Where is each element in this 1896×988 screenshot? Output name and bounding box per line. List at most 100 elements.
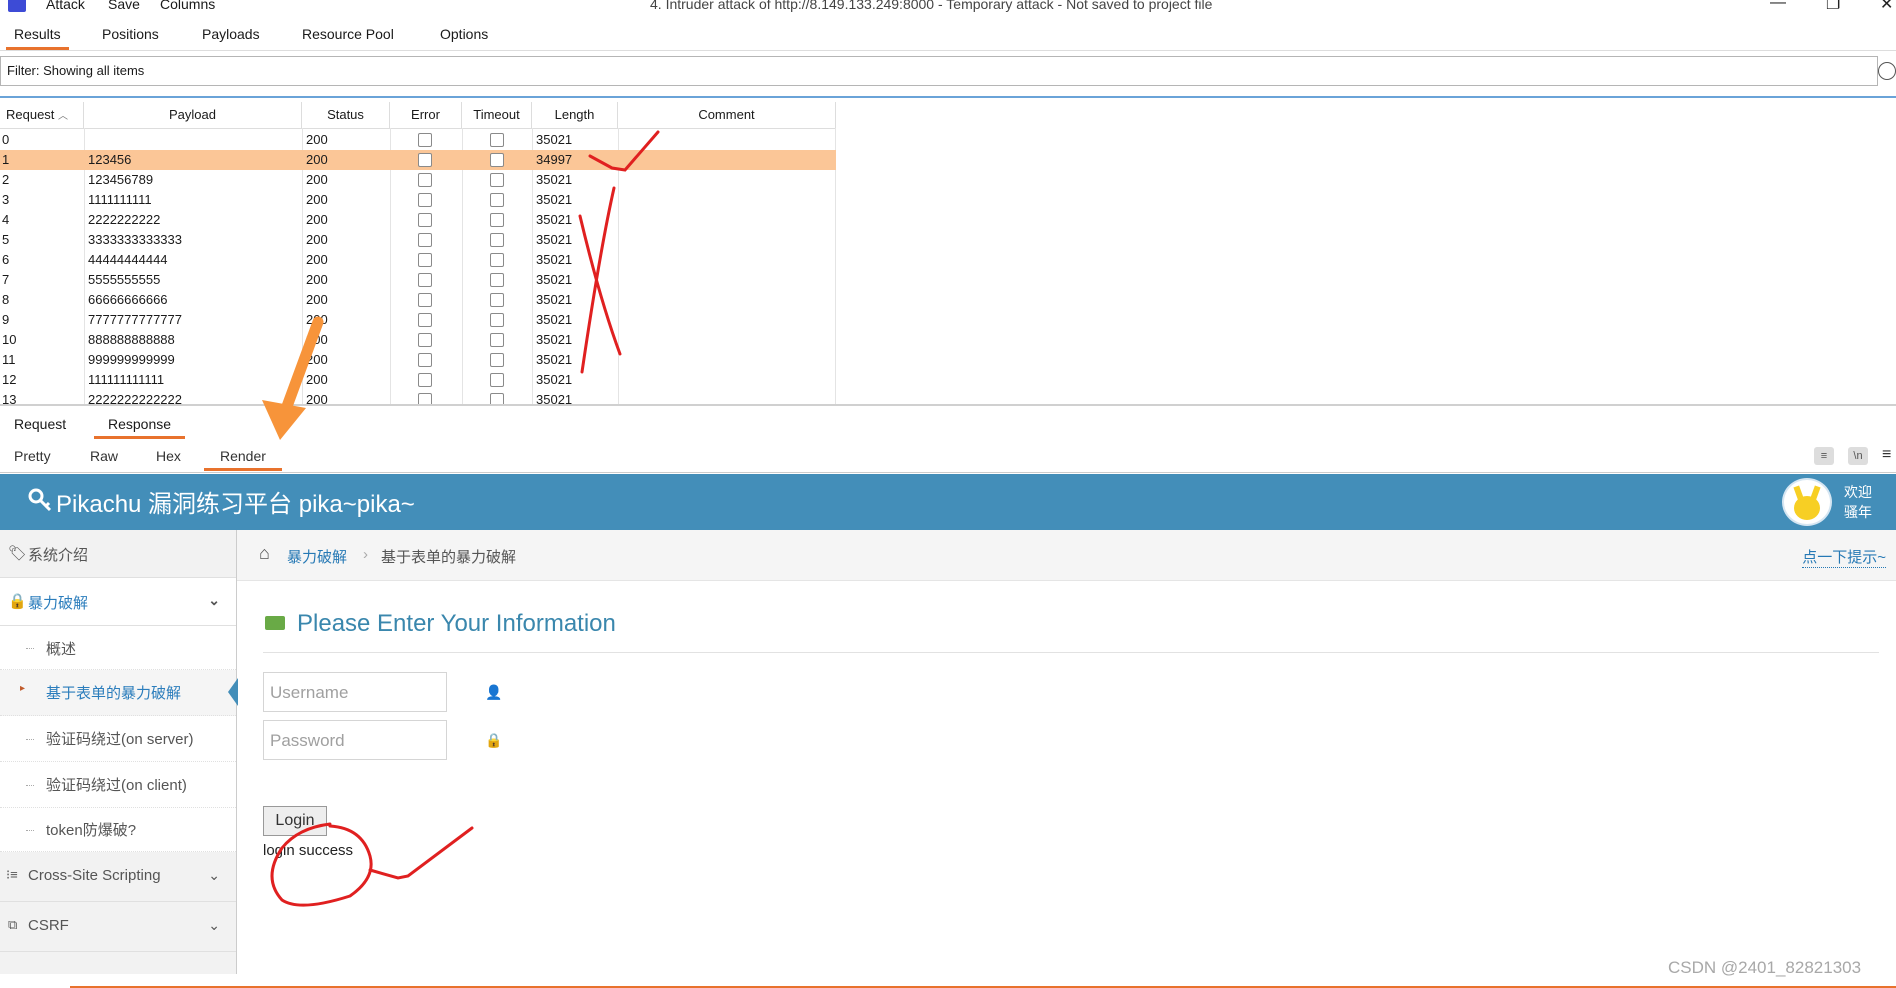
sidebar-sub-captcha-client[interactable]: 验证码绕过(on client) <box>0 762 236 808</box>
login-button[interactable]: Login <box>263 806 327 836</box>
wrap-icon[interactable]: ≡ <box>1814 447 1834 465</box>
timeout-checkbox[interactable] <box>490 193 504 207</box>
sidebar-sub-form-brute[interactable]: ▸ 基于表单的暴力破解 <box>0 670 238 716</box>
timeout-checkbox[interactable] <box>490 273 504 287</box>
breadcrumb-brute[interactable]: 暴力破解 <box>287 546 347 567</box>
tab-options[interactable]: Options <box>440 26 488 47</box>
error-checkbox[interactable] <box>418 373 432 387</box>
timeout-checkbox[interactable] <box>490 213 504 227</box>
rendered-page: Pikachu 漏洞练习平台 pika~pika~ 欢迎 骚年 🏷 系统介绍 🔒 … <box>0 474 1896 974</box>
timeout-checkbox[interactable] <box>490 313 504 327</box>
timeout-checkbox[interactable] <box>490 133 504 147</box>
tab-positions[interactable]: Positions <box>102 26 159 47</box>
error-checkbox[interactable] <box>418 293 432 307</box>
error-checkbox[interactable] <box>418 353 432 367</box>
tab-hex[interactable]: Hex <box>156 448 181 468</box>
table-row[interactable]: 7 5555555555 200 35021 <box>0 270 836 290</box>
table-row[interactable]: 6 44444444444 200 35021 <box>0 250 836 270</box>
sidebar-item-brute[interactable]: 🔒 暴力破解 ⌄ <box>0 578 236 626</box>
tab-response[interactable]: Response <box>94 416 186 439</box>
error-checkbox[interactable] <box>418 233 432 247</box>
error-checkbox[interactable] <box>418 253 432 267</box>
table-row[interactable]: 13 2222222222222 200 35021 <box>0 390 836 404</box>
breadcrumb: ⌂ 暴力破解 › 基于表单的暴力破解 点一下提示~ <box>237 530 1896 581</box>
error-checkbox[interactable] <box>418 153 432 167</box>
col-length[interactable]: Length <box>532 102 618 128</box>
tab-render[interactable]: Render <box>204 448 282 471</box>
avatar[interactable] <box>1782 478 1832 526</box>
table-row[interactable]: 10 888888888888 200 35021 <box>0 330 836 350</box>
menu-icon[interactable]: ≡ <box>1882 446 1891 464</box>
sidebar-sub-captcha-server[interactable]: 验证码绕过(on server) <box>0 716 236 762</box>
tab-resource-pool[interactable]: Resource Pool <box>302 26 394 47</box>
filter-bar[interactable]: Filter: Showing all items <box>0 56 1878 86</box>
timeout-checkbox[interactable] <box>490 233 504 247</box>
col-timeout[interactable]: Timeout <box>462 102 532 128</box>
col-request[interactable]: Request ︿ <box>0 102 84 128</box>
tab-raw[interactable]: Raw <box>90 448 118 468</box>
cell-length: 35021 <box>536 272 573 287</box>
error-checkbox[interactable] <box>418 173 432 187</box>
password-input[interactable]: Password <box>263 720 447 760</box>
hint-link[interactable]: 点一下提示~ <box>1802 546 1886 568</box>
newline-icon[interactable]: \n <box>1848 447 1868 465</box>
tab-request[interactable]: Request <box>14 416 66 436</box>
table-row[interactable]: 11 999999999999 200 35021 <box>0 350 836 370</box>
sidebar-item-csrf[interactable]: ⧉ CSRF ⌄ <box>0 902 236 952</box>
table-row[interactable]: 0 200 35021 <box>0 130 836 150</box>
table-row[interactable]: 4 2222222222 200 35021 <box>0 210 836 230</box>
menu-columns[interactable]: Columns <box>160 0 215 12</box>
table-row[interactable]: 9 7777777777777 200 35021 <box>0 310 836 330</box>
restore-icon[interactable]: ❐ <box>1826 0 1840 14</box>
timeout-checkbox[interactable] <box>490 373 504 387</box>
sidebar-item-xss[interactable]: ⁝≡ Cross-Site Scripting ⌄ <box>0 852 236 902</box>
table-row[interactable]: 5 3333333333333 200 35021 <box>0 230 836 250</box>
timeout-checkbox[interactable] <box>490 393 504 404</box>
split-divider[interactable] <box>0 404 1896 406</box>
table-row[interactable]: 8 66666666666 200 35021 <box>0 290 836 310</box>
cell-status: 200 <box>306 252 328 267</box>
username-input[interactable]: Username <box>263 672 447 712</box>
error-checkbox[interactable] <box>418 393 432 404</box>
col-payload[interactable]: Payload <box>84 102 302 128</box>
help-icon[interactable] <box>1878 62 1896 80</box>
site-brand[interactable]: Pikachu 漏洞练习平台 pika~pika~ <box>56 484 415 519</box>
cell-length: 35021 <box>536 232 573 247</box>
error-checkbox[interactable] <box>418 273 432 287</box>
cell-status: 200 <box>306 312 328 327</box>
minimize-icon[interactable]: — <box>1770 0 1786 12</box>
sidebar-item-intro[interactable]: 🏷 系统介绍 <box>0 530 236 578</box>
timeout-checkbox[interactable] <box>490 353 504 367</box>
result-tabs: Results Positions Payloads Resource Pool… <box>0 22 1896 51</box>
error-checkbox[interactable] <box>418 133 432 147</box>
sidebar-sub-token[interactable]: token防爆破? <box>0 808 236 852</box>
cell-length: 35021 <box>536 252 573 267</box>
error-checkbox[interactable] <box>418 193 432 207</box>
table-row[interactable]: 1 123456 200 34997 <box>0 150 836 170</box>
close-icon[interactable]: ✕ <box>1880 0 1893 14</box>
table-row[interactable]: 12 111111111111 200 35021 <box>0 370 836 390</box>
timeout-checkbox[interactable] <box>490 293 504 307</box>
menu-attack[interactable]: Attack <box>46 0 85 12</box>
menu-save[interactable]: Save <box>108 0 140 12</box>
tab-results[interactable]: Results <box>6 26 69 50</box>
cell-status: 200 <box>306 232 328 247</box>
col-error[interactable]: Error <box>390 102 462 128</box>
home-icon[interactable]: ⌂ <box>259 543 270 564</box>
table-row[interactable]: 3 1111111111 200 35021 <box>0 190 836 210</box>
timeout-checkbox[interactable] <box>490 333 504 347</box>
tab-payloads[interactable]: Payloads <box>202 26 260 47</box>
error-checkbox[interactable] <box>418 213 432 227</box>
chevron-down-icon: ⌄ <box>208 592 220 608</box>
timeout-checkbox[interactable] <box>490 253 504 267</box>
sidebar-sub-overview[interactable]: 概述 <box>0 626 236 670</box>
lock-icon: 🔒 <box>485 732 503 748</box>
timeout-checkbox[interactable] <box>490 173 504 187</box>
error-checkbox[interactable] <box>418 313 432 327</box>
table-row[interactable]: 2 123456789 200 35021 <box>0 170 836 190</box>
col-comment[interactable]: Comment <box>618 102 836 128</box>
tab-pretty[interactable]: Pretty <box>14 448 51 468</box>
timeout-checkbox[interactable] <box>490 153 504 167</box>
error-checkbox[interactable] <box>418 333 432 347</box>
col-status[interactable]: Status <box>302 102 390 128</box>
